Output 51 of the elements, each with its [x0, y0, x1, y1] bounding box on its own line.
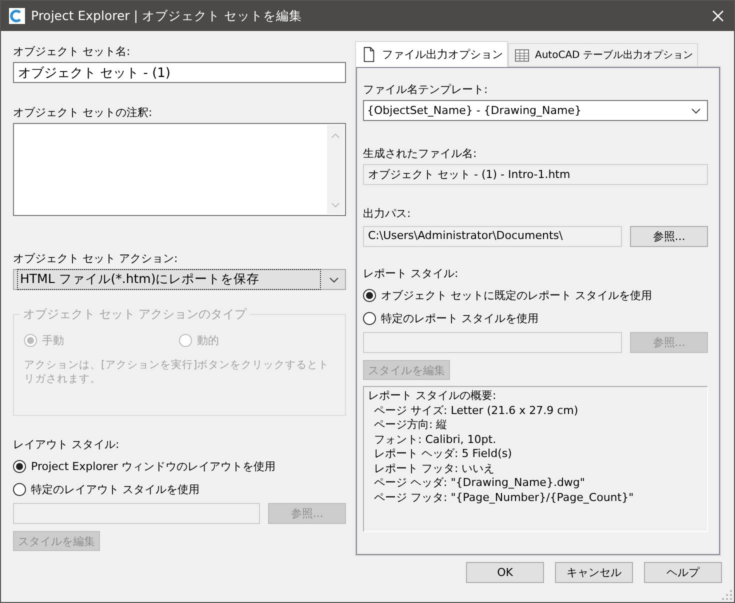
radio-label: 手動 — [42, 333, 64, 348]
field-label: オブジェクト セット アクション: — [13, 252, 179, 266]
field-label: オブジェクト セット名: — [13, 45, 132, 59]
summary-line: レポート ヘッダ: 5 Field(s) — [373, 447, 513, 462]
resize-grip-icon — [722, 590, 732, 600]
radio-label: 特定のレイアウト スタイルを使用 — [31, 482, 200, 497]
radio-label: 動的 — [197, 333, 219, 348]
group-title: オブジェクト セット アクションのタイプ — [20, 306, 250, 323]
field-label: レポート スタイル: — [363, 267, 460, 281]
browse-button[interactable]: 参照... — [630, 226, 708, 247]
scroll-up-icon — [331, 133, 340, 139]
field-label: レイアウト スタイル: — [13, 438, 120, 452]
window-title: Project Explorer | オブジェクト セットを編集 — [31, 8, 302, 24]
close-icon[interactable] — [712, 10, 724, 22]
radio-label: Project Explorer ウィンドウのレイアウトを使用 — [31, 459, 276, 474]
summary-title: レポート スタイルの概要: — [368, 389, 498, 404]
radio-button[interactable] — [363, 289, 376, 302]
note-field[interactable] — [13, 123, 346, 216]
radio-label: 特定のレポート スタイルを使用 — [381, 311, 538, 326]
summary-line: ページ方向: 縦 — [373, 418, 448, 432]
field-label: ファイル名テンプレート: — [363, 83, 489, 97]
summary-line: ページ ヘッダ: "{Drawing_Name}.dwg" — [373, 476, 586, 490]
field-label: 生成されたファイル名: — [363, 147, 478, 161]
action-dropdown[interactable]: HTML ファイル(*.htm)にレポートを保存 — [13, 269, 346, 290]
file-name-field: オブジェクト セット - (1) - Intro-1.htm — [363, 164, 708, 185]
tab[interactable]: ファイル出力オプション — [355, 41, 508, 67]
radio-button[interactable] — [13, 460, 26, 473]
field-label: 出力パス: — [363, 207, 412, 221]
dialog-button[interactable]: ヘルプ — [644, 562, 722, 583]
summary-line: ページ フッタ: "{Page_Number}/{Page_Count}" — [373, 490, 635, 505]
summary-line: ページ サイズ: Letter (21.6 x 27.9 cm) — [373, 404, 580, 418]
template-dropdown[interactable]: {ObjectSet_Name} - {Drawing_Name} — [363, 100, 708, 121]
description-text: アクションは、[アクションを実行]ボタンをクリックするとトリガされます。 — [24, 358, 330, 386]
name-field[interactable]: オブジェクト セット - (1) — [13, 62, 346, 83]
scrollbar[interactable] — [327, 125, 344, 214]
radio-button[interactable] — [363, 312, 376, 325]
app-logo-icon — [9, 8, 25, 24]
chevron-down-icon — [329, 276, 339, 282]
tab[interactable]: AutoCAD テーブル出力オプション — [508, 43, 698, 66]
summary-line: レポート フッタ: いいえ — [373, 462, 496, 476]
summary-line: フォント: Calibri, 10pt. — [373, 432, 498, 447]
radio-button[interactable] — [13, 483, 26, 496]
output-path-field[interactable]: C:\Users\Administrator\Documents\ — [363, 226, 622, 247]
scroll-down-icon — [331, 202, 340, 208]
field-label: オブジェクト セットの注釈: — [13, 106, 154, 120]
dialog-button[interactable]: キャンセル — [555, 562, 633, 583]
table-icon — [515, 48, 529, 62]
dialog-button[interactable]: OK — [466, 562, 544, 583]
chevron-down-icon — [691, 108, 701, 114]
radio-label: オブジェクト セットに既定のレポート スタイルを使用 — [381, 288, 652, 303]
document-icon — [362, 47, 376, 62]
